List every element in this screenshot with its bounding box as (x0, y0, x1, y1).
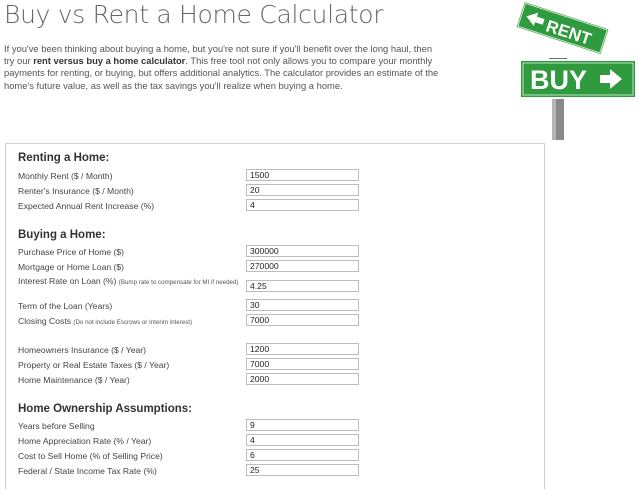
years-before-selling-input[interactable] (246, 419, 359, 431)
buy-sign: BUY (519, 59, 637, 99)
income-tax-rate-input[interactable] (246, 464, 359, 476)
monthly-rent-label: Monthly Rent ($ / Month) (18, 171, 113, 181)
interest-rate-input[interactable] (246, 280, 359, 292)
appreciation-rate-label: Home Appreciation Rate (% / Year) (18, 436, 152, 446)
intro-bold-text: rent versus buy a home calculator (33, 55, 186, 67)
mortgage-loan-input[interactable] (246, 260, 359, 272)
buying-section-heading: Buying a Home: (18, 229, 106, 241)
intro-paragraph: If you've been thinking about buying a h… (4, 43, 444, 92)
purchase-price-label: Purchase Price of Home ($) (18, 247, 125, 257)
home-maintenance-label: Home Maintenance ($ / Year) (18, 375, 130, 385)
interest-rate-label: Interest Rate on Loan (%) (Bump rate to … (18, 277, 248, 287)
homeowners-insurance-label: Homeowners Insurance ($ / Year) (18, 345, 147, 355)
loan-term-input[interactable] (246, 299, 359, 311)
page-title: Buy vs Rent a Home Calculator (4, 0, 384, 29)
rent-buy-signpost-image: RENT BUY (512, 0, 638, 140)
renting-section-heading: Renting a Home: (18, 152, 110, 164)
appreciation-rate-input[interactable] (246, 434, 359, 446)
annual-rent-increase-label: Expected Annual Rent Increase (%) (18, 201, 155, 211)
income-tax-rate-label: Federal / State Income Tax Rate (%) (18, 466, 157, 476)
years-before-selling-label: Years before Selling (18, 421, 95, 431)
renters-insurance-label: Renter's Insurance ($ / Month) (18, 186, 134, 196)
mortgage-loan-label: Mortgage or Home Loan ($) (18, 262, 125, 272)
property-taxes-label: Property or Real Estate Taxes ($ / Year) (18, 360, 170, 370)
ownership-section-heading: Home Ownership Assumptions: (18, 403, 193, 415)
renters-insurance-input[interactable] (246, 184, 359, 196)
cost-to-sell-label: Cost to Sell Home (% of Selling Price) (18, 451, 163, 461)
property-taxes-input[interactable] (246, 358, 359, 370)
calculator-form: Renting a Home: Monthly Rent ($ / Month)… (5, 143, 545, 489)
annual-rent-increase-input[interactable] (246, 199, 359, 211)
buy-sign-label: BUY (530, 65, 587, 95)
homeowners-insurance-input[interactable] (246, 343, 359, 355)
closing-costs-label-text: Closing Costs (18, 316, 72, 326)
monthly-rent-input[interactable] (246, 169, 359, 181)
closing-costs-label: Closing Costs (Do not include Escrows or… (18, 316, 192, 326)
cost-to-sell-input[interactable] (246, 449, 359, 461)
closing-costs-input[interactable] (246, 314, 359, 326)
interest-rate-note: (Bump rate to compensate for MI if neede… (118, 279, 239, 286)
interest-rate-label-text: Interest Rate on Loan (%) (18, 276, 117, 286)
purchase-price-input[interactable] (246, 245, 359, 257)
loan-term-label: Term of the Loan (Years) (18, 301, 113, 311)
closing-costs-note: (Do not include Escrows or Interim inter… (73, 319, 193, 326)
home-maintenance-input[interactable] (246, 373, 359, 385)
